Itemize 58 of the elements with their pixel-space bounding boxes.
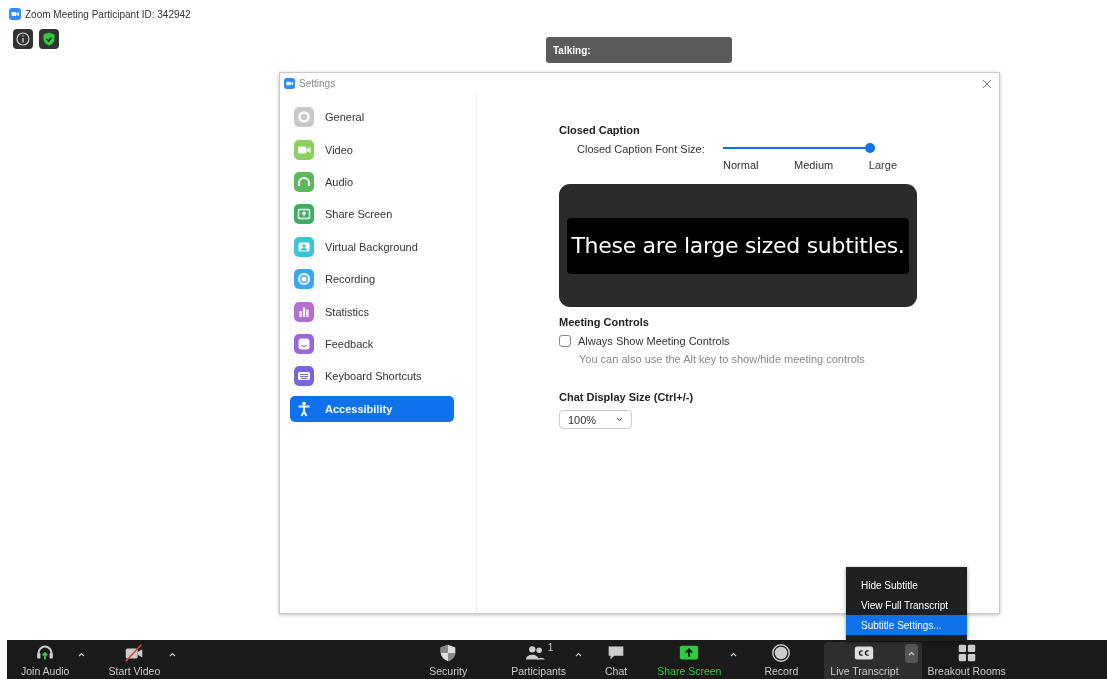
record-icon bbox=[770, 642, 793, 664]
headphones-icon bbox=[294, 171, 314, 192]
menu-item[interactable]: View Full Transcript bbox=[846, 595, 967, 615]
menu-item[interactable]: Subtitle Settings... bbox=[846, 615, 967, 635]
subtitle-text: These are large sized subtitles. bbox=[567, 217, 909, 274]
share-icon bbox=[294, 204, 314, 225]
caret-icon[interactable] bbox=[168, 650, 178, 659]
section-heading: Meeting Controls bbox=[559, 316, 650, 328]
section-heading: Chat Display Size (Ctrl+/-) bbox=[559, 391, 695, 403]
checkbox[interactable] bbox=[559, 335, 571, 347]
gear-icon bbox=[294, 107, 314, 128]
sidebar-item[interactable]: Feedback bbox=[290, 327, 454, 361]
sidebar-item[interactable]: Audio bbox=[290, 165, 454, 199]
caret-icon[interactable] bbox=[729, 650, 739, 659]
app-logo-icon bbox=[9, 8, 21, 20]
caret-icon[interactable] bbox=[904, 644, 918, 663]
video-icon bbox=[294, 139, 314, 160]
sidebar-item[interactable]: Keyboard Shortcuts bbox=[290, 360, 454, 393]
toolbar-button[interactable]: Chat bbox=[603, 642, 630, 678]
record-icon bbox=[294, 269, 314, 290]
slider-tick-label: Large bbox=[868, 159, 897, 171]
toolbar-button[interactable]: Start Video bbox=[106, 642, 163, 678]
info-icon[interactable] bbox=[13, 29, 33, 49]
menu-item[interactable]: Hide Subtitle bbox=[846, 575, 967, 595]
checkbox-label: Always Show Meeting Controls bbox=[578, 335, 730, 347]
meeting-title: Zoom Meeting Participant ID: 342942 bbox=[25, 8, 191, 20]
hint-text: You can also use the Alt key to show/hide meeting controls bbox=[579, 353, 866, 365]
toolbar-button[interactable]: Share Screen bbox=[655, 642, 724, 678]
sidebar-item[interactable]: Video bbox=[290, 133, 454, 166]
toolbar-button[interactable]: Security bbox=[427, 642, 470, 678]
slider-label: Closed Caption Font Size: bbox=[577, 143, 706, 155]
keyboard-icon bbox=[294, 366, 314, 387]
smile-icon bbox=[294, 333, 314, 354]
app-logo-icon bbox=[284, 78, 295, 89]
bars-icon bbox=[294, 301, 314, 322]
caret-icon[interactable] bbox=[77, 650, 87, 659]
window-title: Settings bbox=[299, 78, 336, 89]
sidebar-item[interactable]: General bbox=[290, 101, 454, 134]
sidebar-item[interactable]: Share Screen bbox=[290, 198, 454, 231]
toolbar-button[interactable]: Record bbox=[762, 642, 801, 678]
toolbar-button[interactable]: Breakout Rooms bbox=[925, 642, 1008, 678]
slider-thumb[interactable] bbox=[865, 143, 875, 153]
section-heading: Closed Caption bbox=[559, 124, 641, 136]
caret-icon[interactable] bbox=[574, 650, 584, 659]
talking-indicator: Talking: bbox=[546, 37, 732, 63]
sidebar-item[interactable]: Virtual Background bbox=[290, 230, 454, 263]
size-dropdown[interactable]: 100% bbox=[559, 410, 632, 429]
shield-check-icon[interactable] bbox=[39, 29, 59, 49]
toolbar-button[interactable]: 1 Participants bbox=[509, 642, 569, 678]
toolbar-button[interactable]: Join Audio bbox=[19, 642, 72, 678]
sidebar-item[interactable]: Recording bbox=[290, 262, 454, 296]
slider-tick-label: Normal bbox=[723, 159, 759, 171]
toolbar-button[interactable]: Live Transcript bbox=[828, 642, 901, 678]
slider-tick-label: Medium bbox=[794, 159, 834, 171]
person-icon bbox=[294, 236, 314, 257]
sidebar-item[interactable]: Accessibility bbox=[290, 395, 454, 422]
sidebar-item[interactable]: Statistics bbox=[290, 295, 454, 328]
chevron-down-icon bbox=[616, 417, 623, 422]
